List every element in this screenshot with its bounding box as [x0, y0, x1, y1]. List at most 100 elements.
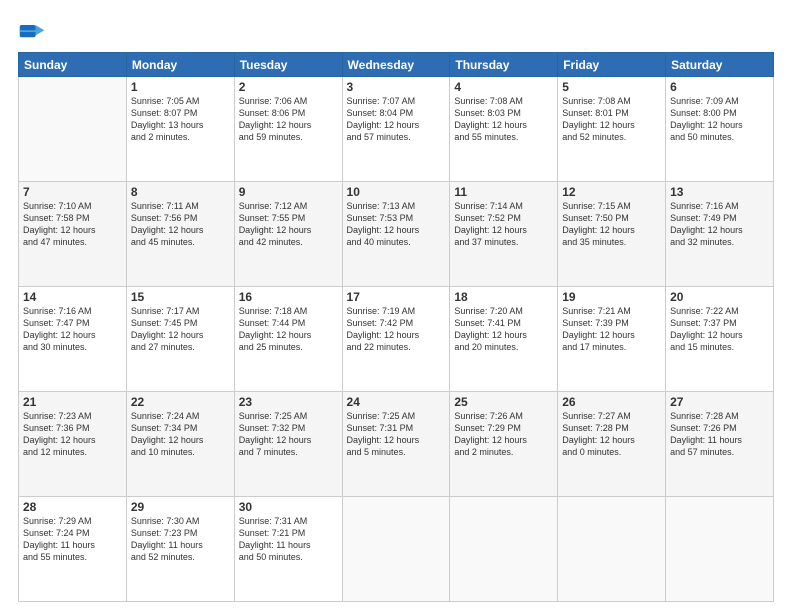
calendar-cell: 7Sunrise: 7:10 AM Sunset: 7:58 PM Daylig…: [19, 182, 127, 287]
day-info: Sunrise: 7:16 AM Sunset: 7:49 PM Dayligh…: [670, 200, 769, 249]
calendar-cell: 14Sunrise: 7:16 AM Sunset: 7:47 PM Dayli…: [19, 287, 127, 392]
day-info: Sunrise: 7:27 AM Sunset: 7:28 PM Dayligh…: [562, 410, 661, 459]
calendar-cell: 18Sunrise: 7:20 AM Sunset: 7:41 PM Dayli…: [450, 287, 558, 392]
day-info: Sunrise: 7:22 AM Sunset: 7:37 PM Dayligh…: [670, 305, 769, 354]
day-info: Sunrise: 7:25 AM Sunset: 7:31 PM Dayligh…: [347, 410, 446, 459]
day-info: Sunrise: 7:28 AM Sunset: 7:26 PM Dayligh…: [670, 410, 769, 459]
calendar-cell: 4Sunrise: 7:08 AM Sunset: 8:03 PM Daylig…: [450, 77, 558, 182]
day-number: 26: [562, 395, 661, 409]
day-info: Sunrise: 7:26 AM Sunset: 7:29 PM Dayligh…: [454, 410, 553, 459]
day-info: Sunrise: 7:31 AM Sunset: 7:21 PM Dayligh…: [239, 515, 338, 564]
week-row-5: 28Sunrise: 7:29 AM Sunset: 7:24 PM Dayli…: [19, 497, 774, 602]
col-header-saturday: Saturday: [666, 53, 774, 77]
day-info: Sunrise: 7:20 AM Sunset: 7:41 PM Dayligh…: [454, 305, 553, 354]
calendar-cell: 11Sunrise: 7:14 AM Sunset: 7:52 PM Dayli…: [450, 182, 558, 287]
day-number: 22: [131, 395, 230, 409]
day-number: 18: [454, 290, 553, 304]
calendar-cell: 26Sunrise: 7:27 AM Sunset: 7:28 PM Dayli…: [558, 392, 666, 497]
calendar-cell: 22Sunrise: 7:24 AM Sunset: 7:34 PM Dayli…: [126, 392, 234, 497]
day-info: Sunrise: 7:05 AM Sunset: 8:07 PM Dayligh…: [131, 95, 230, 144]
day-info: Sunrise: 7:10 AM Sunset: 7:58 PM Dayligh…: [23, 200, 122, 249]
day-info: Sunrise: 7:30 AM Sunset: 7:23 PM Dayligh…: [131, 515, 230, 564]
calendar-cell: 3Sunrise: 7:07 AM Sunset: 8:04 PM Daylig…: [342, 77, 450, 182]
day-number: 1: [131, 80, 230, 94]
day-number: 29: [131, 500, 230, 514]
calendar-cell: [19, 77, 127, 182]
day-info: Sunrise: 7:07 AM Sunset: 8:04 PM Dayligh…: [347, 95, 446, 144]
day-number: 8: [131, 185, 230, 199]
day-number: 4: [454, 80, 553, 94]
day-number: 5: [562, 80, 661, 94]
day-number: 11: [454, 185, 553, 199]
day-number: 25: [454, 395, 553, 409]
day-info: Sunrise: 7:16 AM Sunset: 7:47 PM Dayligh…: [23, 305, 122, 354]
day-info: Sunrise: 7:12 AM Sunset: 7:55 PM Dayligh…: [239, 200, 338, 249]
calendar-cell: 30Sunrise: 7:31 AM Sunset: 7:21 PM Dayli…: [234, 497, 342, 602]
header: [18, 18, 774, 46]
day-info: Sunrise: 7:18 AM Sunset: 7:44 PM Dayligh…: [239, 305, 338, 354]
calendar-cell: 10Sunrise: 7:13 AM Sunset: 7:53 PM Dayli…: [342, 182, 450, 287]
day-info: Sunrise: 7:09 AM Sunset: 8:00 PM Dayligh…: [670, 95, 769, 144]
calendar-cell: 19Sunrise: 7:21 AM Sunset: 7:39 PM Dayli…: [558, 287, 666, 392]
calendar-cell: 20Sunrise: 7:22 AM Sunset: 7:37 PM Dayli…: [666, 287, 774, 392]
calendar-cell: [666, 497, 774, 602]
day-info: Sunrise: 7:08 AM Sunset: 8:03 PM Dayligh…: [454, 95, 553, 144]
col-header-tuesday: Tuesday: [234, 53, 342, 77]
day-info: Sunrise: 7:23 AM Sunset: 7:36 PM Dayligh…: [23, 410, 122, 459]
page: SundayMondayTuesdayWednesdayThursdayFrid…: [0, 0, 792, 612]
calendar-cell: 15Sunrise: 7:17 AM Sunset: 7:45 PM Dayli…: [126, 287, 234, 392]
day-info: Sunrise: 7:11 AM Sunset: 7:56 PM Dayligh…: [131, 200, 230, 249]
calendar-cell: [342, 497, 450, 602]
day-number: 27: [670, 395, 769, 409]
header-row: SundayMondayTuesdayWednesdayThursdayFrid…: [19, 53, 774, 77]
day-info: Sunrise: 7:29 AM Sunset: 7:24 PM Dayligh…: [23, 515, 122, 564]
calendar-cell: [450, 497, 558, 602]
day-number: 2: [239, 80, 338, 94]
week-row-4: 21Sunrise: 7:23 AM Sunset: 7:36 PM Dayli…: [19, 392, 774, 497]
logo-icon: [18, 18, 46, 46]
day-number: 15: [131, 290, 230, 304]
day-info: Sunrise: 7:08 AM Sunset: 8:01 PM Dayligh…: [562, 95, 661, 144]
day-number: 19: [562, 290, 661, 304]
calendar-cell: 25Sunrise: 7:26 AM Sunset: 7:29 PM Dayli…: [450, 392, 558, 497]
calendar-cell: 2Sunrise: 7:06 AM Sunset: 8:06 PM Daylig…: [234, 77, 342, 182]
calendar-cell: 28Sunrise: 7:29 AM Sunset: 7:24 PM Dayli…: [19, 497, 127, 602]
day-info: Sunrise: 7:21 AM Sunset: 7:39 PM Dayligh…: [562, 305, 661, 354]
calendar-cell: [558, 497, 666, 602]
day-number: 23: [239, 395, 338, 409]
calendar-table: SundayMondayTuesdayWednesdayThursdayFrid…: [18, 52, 774, 602]
calendar-cell: 6Sunrise: 7:09 AM Sunset: 8:00 PM Daylig…: [666, 77, 774, 182]
day-number: 14: [23, 290, 122, 304]
col-header-sunday: Sunday: [19, 53, 127, 77]
day-number: 13: [670, 185, 769, 199]
logo: [18, 18, 50, 46]
day-info: Sunrise: 7:13 AM Sunset: 7:53 PM Dayligh…: [347, 200, 446, 249]
calendar-cell: 27Sunrise: 7:28 AM Sunset: 7:26 PM Dayli…: [666, 392, 774, 497]
calendar-cell: 13Sunrise: 7:16 AM Sunset: 7:49 PM Dayli…: [666, 182, 774, 287]
day-number: 7: [23, 185, 122, 199]
day-number: 10: [347, 185, 446, 199]
day-info: Sunrise: 7:25 AM Sunset: 7:32 PM Dayligh…: [239, 410, 338, 459]
day-number: 12: [562, 185, 661, 199]
calendar-cell: 5Sunrise: 7:08 AM Sunset: 8:01 PM Daylig…: [558, 77, 666, 182]
day-number: 16: [239, 290, 338, 304]
calendar-cell: 16Sunrise: 7:18 AM Sunset: 7:44 PM Dayli…: [234, 287, 342, 392]
day-number: 3: [347, 80, 446, 94]
calendar-cell: 17Sunrise: 7:19 AM Sunset: 7:42 PM Dayli…: [342, 287, 450, 392]
day-number: 9: [239, 185, 338, 199]
day-number: 17: [347, 290, 446, 304]
day-number: 24: [347, 395, 446, 409]
col-header-monday: Monday: [126, 53, 234, 77]
col-header-wednesday: Wednesday: [342, 53, 450, 77]
day-info: Sunrise: 7:14 AM Sunset: 7:52 PM Dayligh…: [454, 200, 553, 249]
calendar-cell: 23Sunrise: 7:25 AM Sunset: 7:32 PM Dayli…: [234, 392, 342, 497]
calendar-cell: 24Sunrise: 7:25 AM Sunset: 7:31 PM Dayli…: [342, 392, 450, 497]
day-number: 6: [670, 80, 769, 94]
day-number: 30: [239, 500, 338, 514]
week-row-1: 1Sunrise: 7:05 AM Sunset: 8:07 PM Daylig…: [19, 77, 774, 182]
calendar-cell: 21Sunrise: 7:23 AM Sunset: 7:36 PM Dayli…: [19, 392, 127, 497]
week-row-2: 7Sunrise: 7:10 AM Sunset: 7:58 PM Daylig…: [19, 182, 774, 287]
calendar-cell: 29Sunrise: 7:30 AM Sunset: 7:23 PM Dayli…: [126, 497, 234, 602]
day-info: Sunrise: 7:06 AM Sunset: 8:06 PM Dayligh…: [239, 95, 338, 144]
week-row-3: 14Sunrise: 7:16 AM Sunset: 7:47 PM Dayli…: [19, 287, 774, 392]
